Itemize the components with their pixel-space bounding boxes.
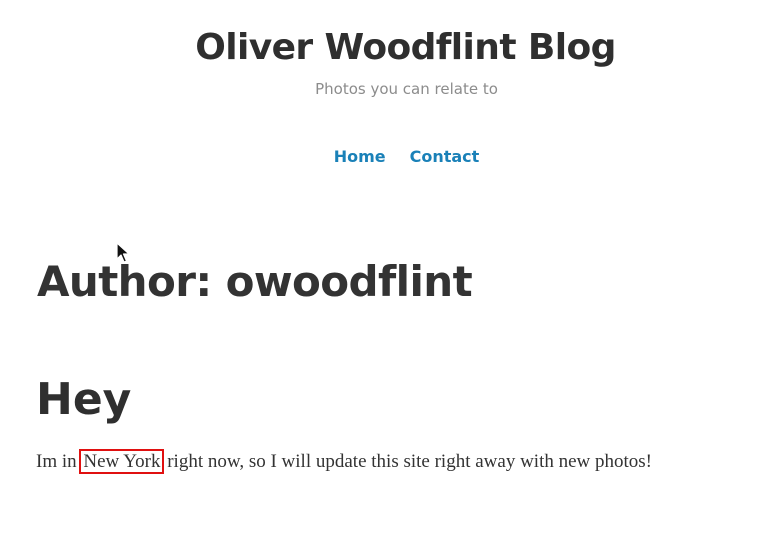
post-content: Im in New York right now, so I will upda… xyxy=(36,449,653,474)
nav-item-home[interactable]: Home xyxy=(334,146,386,168)
mouse-pointer-icon xyxy=(116,242,130,263)
post-text-after: right now, so I will update this site ri… xyxy=(162,451,653,472)
nav-item-contact[interactable]: Contact xyxy=(410,146,480,168)
site-title[interactable]: Oliver Woodflint Blog xyxy=(0,26,761,70)
main-navigation: Home Contact xyxy=(0,146,761,168)
post-title[interactable]: Hey xyxy=(36,371,131,429)
highlighted-text: New York xyxy=(79,449,165,474)
post-text-before: Im in xyxy=(36,451,82,472)
author-archive-title: Author: owoodflint xyxy=(37,257,473,306)
site-tagline: Photos you can relate to xyxy=(315,80,498,98)
